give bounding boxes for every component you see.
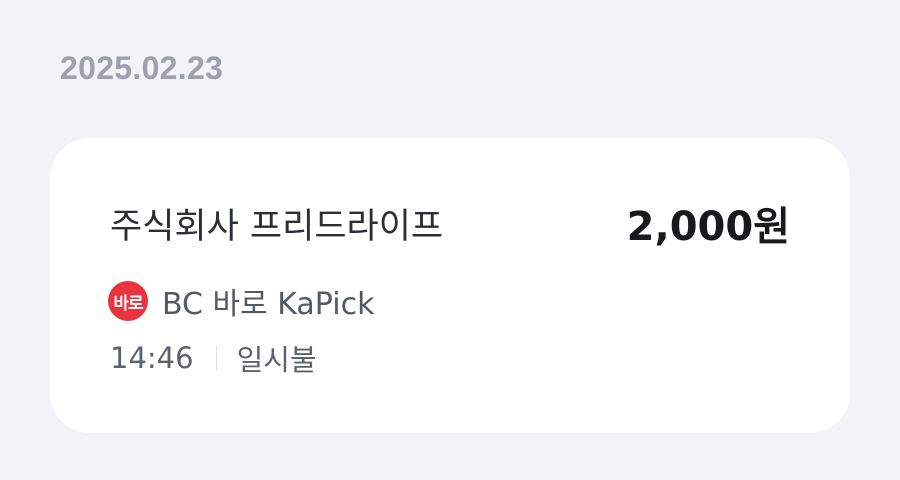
card-name: BC 바로 KaPick <box>162 287 375 322</box>
payment-type: 일시불 <box>236 343 317 377</box>
payment-card-info: 바로 BC 바로 KaPick <box>108 279 374 323</box>
merchant-name: 주식회사 프리드라이프 <box>110 207 444 247</box>
transaction-time: 14:46 <box>110 341 194 375</box>
transaction-meta: 14:46 일시불 <box>110 337 317 379</box>
transaction-card[interactable]: 주식회사 프리드라이프 2,000원 바로 BC 바로 KaPick 14:46… <box>50 138 850 433</box>
transaction-amount: 2,000원 <box>626 204 790 250</box>
card-logo-text: 바로 <box>113 293 143 314</box>
bc-baro-card-icon: 바로 <box>108 281 148 321</box>
date-header: 2025.02.23 <box>60 50 224 86</box>
meta-divider <box>215 346 217 370</box>
